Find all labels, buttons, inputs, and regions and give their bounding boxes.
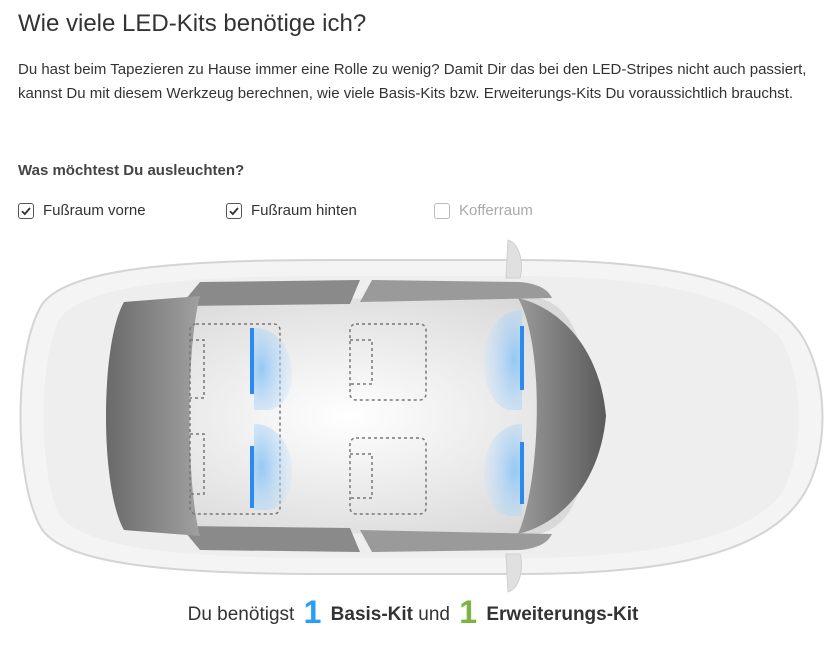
question-label: Was möchtest Du ausleuchten?	[18, 162, 245, 179]
checkbox-label: Fußraum hinten	[251, 202, 357, 219]
result-text: Du benötigst 1 Basis-Kit und 1 Erweiteru…	[0, 594, 826, 631]
led-strip	[520, 442, 524, 504]
rear-window	[106, 296, 200, 536]
led-strip	[520, 326, 524, 390]
led-strip	[250, 328, 254, 394]
extension-kit-label: Erweiterungs-Kit	[486, 604, 639, 625]
checkbox-kofferraum[interactable]: Kofferraum	[434, 202, 533, 219]
extension-kit-count: 1	[459, 594, 478, 630]
basis-kit-count: 1	[303, 594, 322, 630]
result-prefix: Du benötigst	[187, 604, 295, 625]
car-illustration	[19, 239, 824, 593]
basis-kit-label: Basis-Kit	[330, 604, 414, 625]
checkbox-label: Kofferraum	[459, 202, 533, 219]
led-strip	[250, 446, 254, 508]
side-mirror-top	[505, 239, 522, 279]
checkbox-checked-icon[interactable]	[18, 202, 34, 219]
checkbox-checked-icon[interactable]	[226, 202, 242, 219]
checkbox-fussraum-vorne[interactable]: Fußraum vorne	[18, 202, 146, 219]
checkbox-label: Fußraum vorne	[43, 202, 146, 219]
checkbox-fussraum-hinten[interactable]: Fußraum hinten	[226, 202, 357, 219]
result-connector: und	[418, 604, 450, 625]
page-title: Wie viele LED-Kits benötige ich?	[18, 10, 367, 37]
intro-text: Du hast beim Tapezieren zu Hause immer e…	[18, 61, 807, 102]
side-mirror-bottom	[505, 553, 522, 593]
checkbox-unchecked-icon[interactable]	[434, 202, 450, 219]
